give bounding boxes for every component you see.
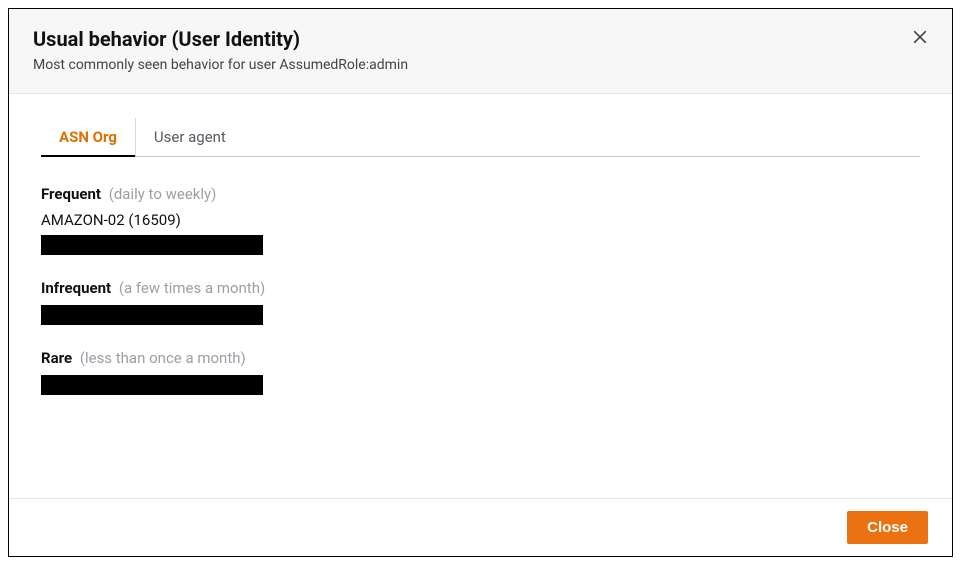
modal-title: Usual behavior (User Identity): [33, 27, 928, 51]
close-button[interactable]: Close: [847, 511, 928, 544]
modal-subtitle: Most commonly seen behavior for user Ass…: [33, 57, 928, 73]
section-rare: Rare (less than once a month): [41, 349, 920, 395]
tab-label: User agent: [154, 128, 226, 146]
section-label: Rare: [41, 349, 72, 367]
modal-header: Usual behavior (User Identity) Most comm…: [9, 9, 952, 94]
redacted-block: [41, 235, 263, 255]
section-frequent: Frequent (daily to weekly) AMAZON-02 (16…: [41, 185, 920, 255]
section-hint: (daily to weekly): [109, 185, 217, 203]
section-label: Infrequent: [41, 279, 111, 297]
section-hint: (less than once a month): [80, 349, 246, 367]
tab-user-agent[interactable]: User agent: [136, 118, 244, 156]
tab-asn-org[interactable]: ASN Org: [41, 118, 136, 156]
modal-body: ASN Org User agent Frequent (daily to we…: [9, 94, 952, 498]
modal-footer: Close: [9, 498, 952, 556]
section-header: Frequent (daily to weekly): [41, 185, 920, 203]
tab-label: ASN Org: [59, 128, 117, 146]
redacted-block: [41, 305, 263, 325]
section-hint: (a few times a month): [119, 279, 265, 297]
section-header: Rare (less than once a month): [41, 349, 920, 367]
section-label: Frequent: [41, 185, 101, 203]
frequent-value: AMAZON-02 (16509): [41, 211, 920, 229]
redacted-block: [41, 375, 263, 395]
section-infrequent: Infrequent (a few times a month): [41, 279, 920, 325]
close-icon[interactable]: [910, 27, 930, 47]
modal-dialog: Usual behavior (User Identity) Most comm…: [8, 8, 953, 557]
tab-bar: ASN Org User agent: [41, 118, 920, 157]
section-header: Infrequent (a few times a month): [41, 279, 920, 297]
